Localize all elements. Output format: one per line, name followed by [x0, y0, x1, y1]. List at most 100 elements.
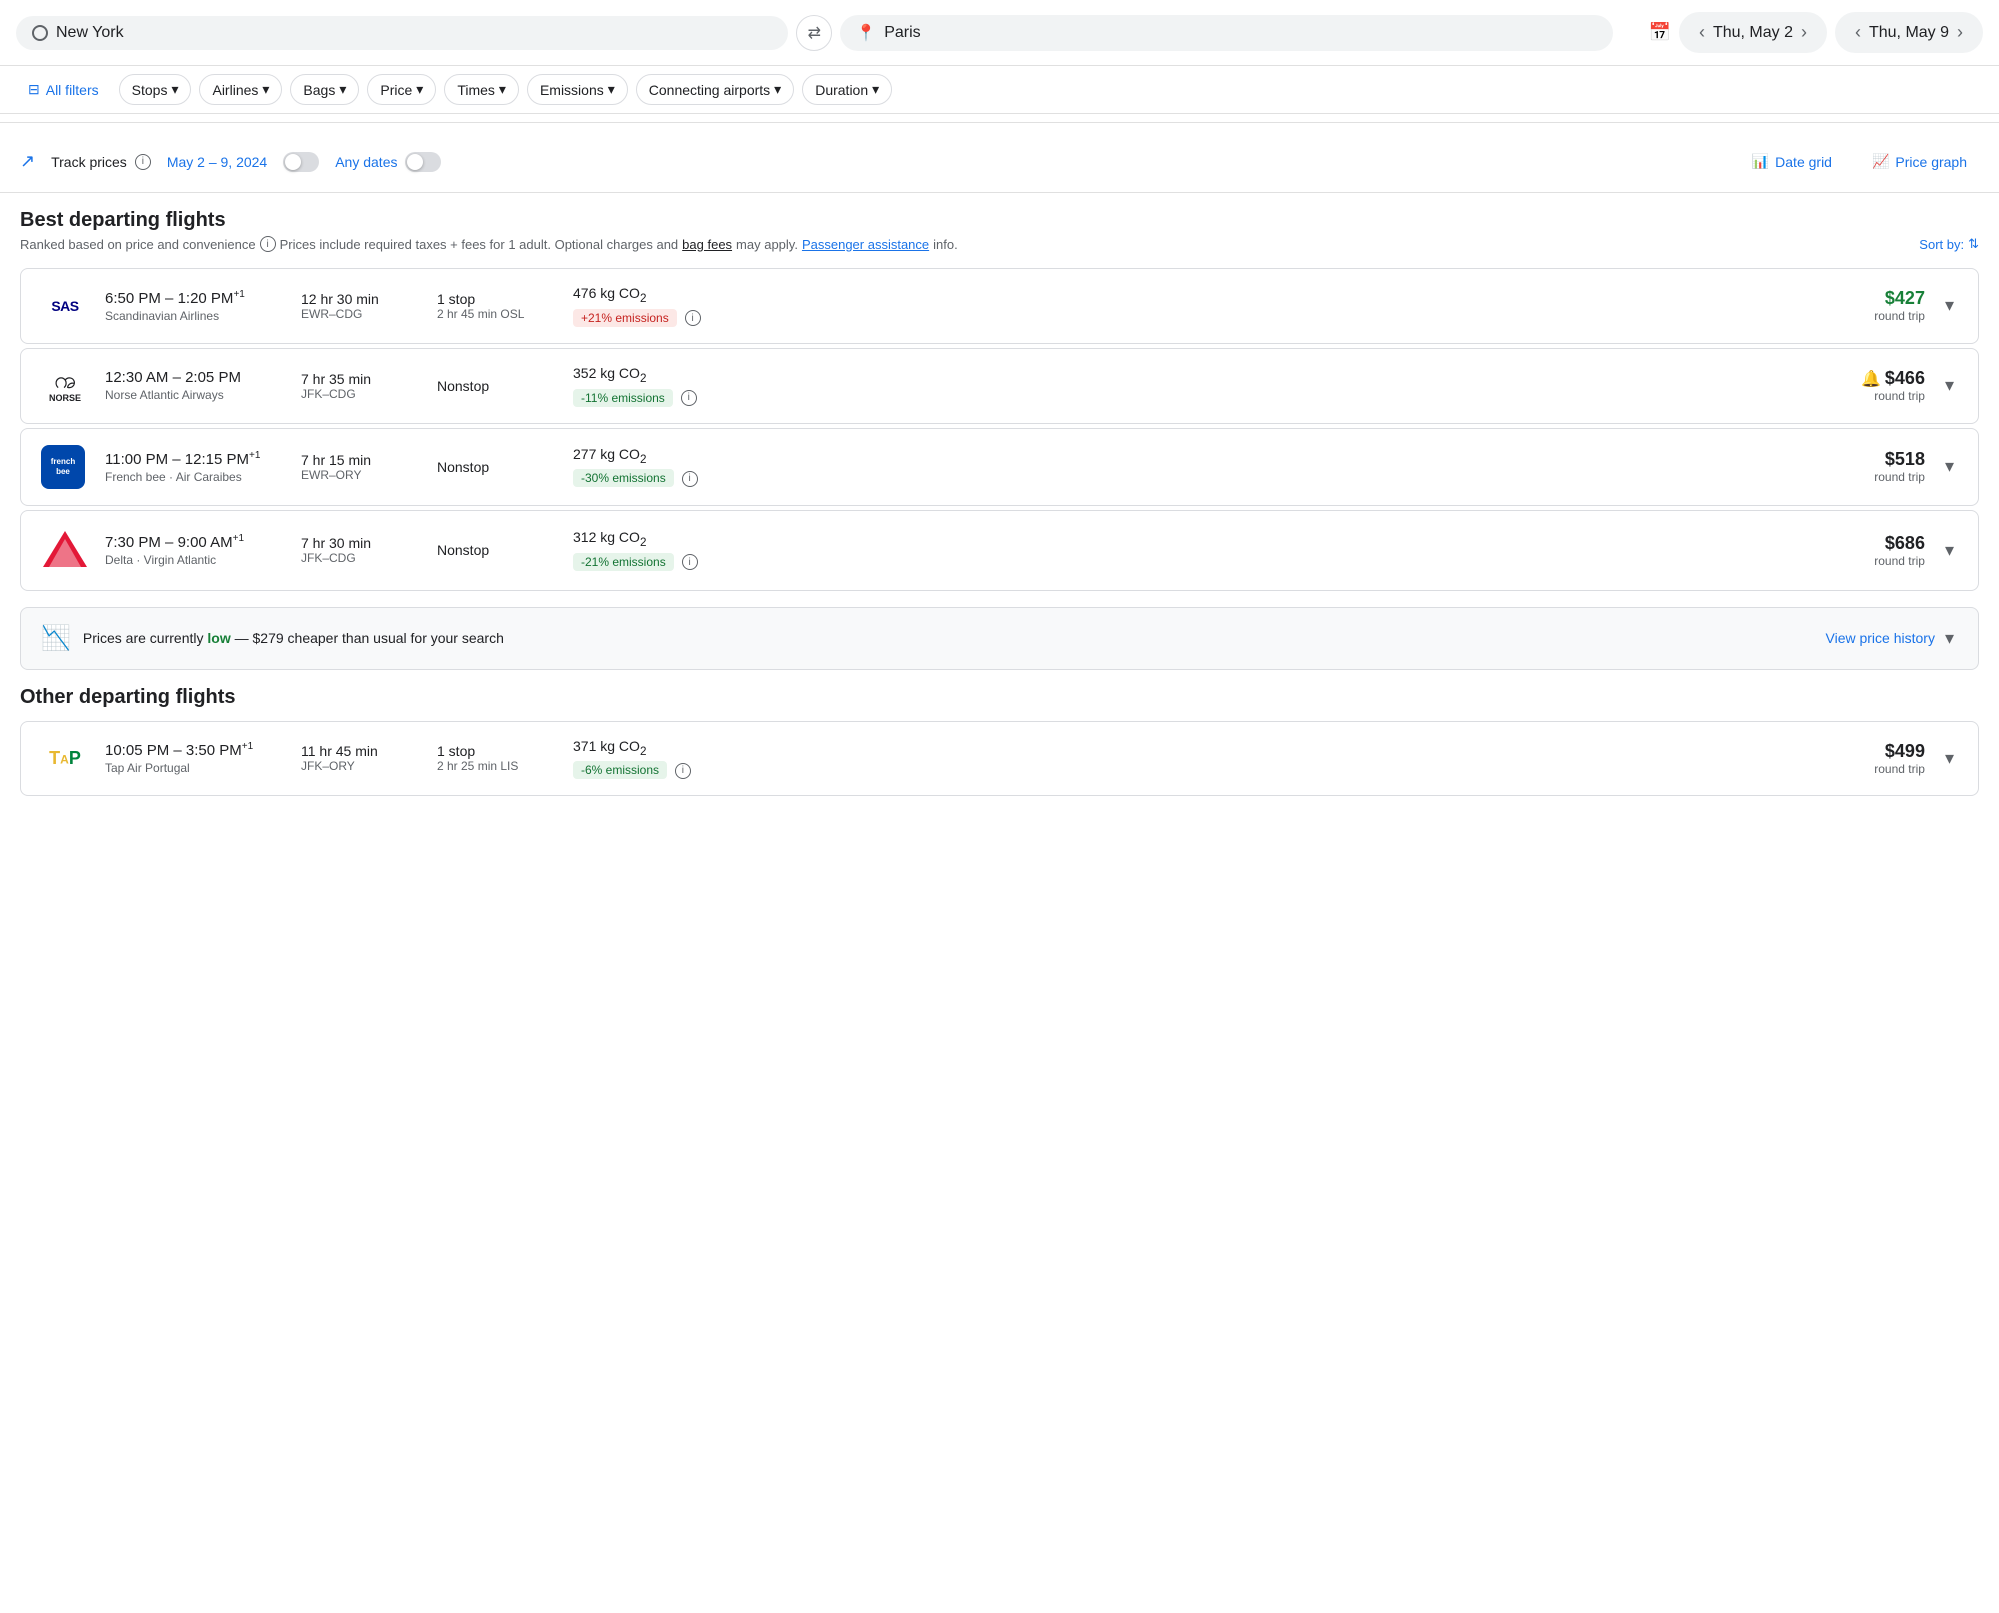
expand-button-delta[interactable]: ▾ [1941, 536, 1958, 565]
emissions-info-icon-frenchbee[interactable]: i [682, 471, 698, 487]
notification-icon-norse: 🔔 [1861, 369, 1881, 389]
expand-button-norse[interactable]: ▾ [1941, 371, 1958, 400]
any-dates-toggle[interactable] [405, 152, 441, 172]
flight-emissions-delta: 312 kg CO2 -21% emissions i [573, 529, 753, 571]
price-history-expand-button[interactable]: ▾ [1941, 624, 1958, 653]
flight-emissions-tap: 371 kg CO2 -6% emissions i [573, 738, 753, 780]
bag-fees-link[interactable]: bag fees [682, 237, 732, 252]
flight-times-frenchbee: 11:00 PM – 12:15 PM+1 French bee · Air C… [105, 450, 285, 484]
destination-input[interactable]: 📍 Paris [840, 15, 1612, 51]
emissions-filter-button[interactable]: Emissions ▾ [527, 74, 628, 105]
depart-arrive-tap: 10:05 PM – 3:50 PM+1 [105, 741, 285, 759]
stops-text-tap: 1 stop [437, 743, 557, 759]
prices-currently-text: Prices are currently [83, 630, 204, 646]
depart-arrive-frenchbee: 11:00 PM – 12:15 PM+1 [105, 450, 285, 468]
flight-duration-delta: 7 hr 30 min JFK–CDG [301, 535, 421, 565]
date-from-next-button[interactable]: › [1797, 20, 1811, 45]
norse-logo: ꩠ NORSE [41, 369, 89, 403]
price-graph-button[interactable]: 📈 Price graph [1860, 147, 1979, 176]
emissions-info-icon-tap[interactable]: i [675, 763, 691, 779]
duration-filter-button[interactable]: Duration ▾ [802, 74, 892, 105]
sort-by-button[interactable]: Sort by: ⇅ [1919, 236, 1979, 252]
depart-arrive-norse: 12:30 AM – 2:05 PM [105, 369, 285, 386]
emissions-chevron-icon: ▾ [608, 81, 615, 98]
airlines-filter-button[interactable]: Airlines ▾ [199, 74, 282, 105]
flight-duration-norse: 7 hr 35 min JFK–CDG [301, 371, 421, 401]
flight-stops-sas: 1 stop 2 hr 45 min OSL [437, 291, 557, 321]
expand-button-frenchbee[interactable]: ▾ [1941, 452, 1958, 481]
passenger-assistance-link[interactable]: Passenger assistance [802, 237, 929, 252]
flight-price-tap: $499 round trip [1825, 741, 1925, 776]
price-trip-tap: round trip [1825, 762, 1925, 776]
duration-time-norse: 7 hr 35 min [301, 371, 421, 387]
any-dates-toggle-knob [407, 154, 423, 170]
emissions-kg-delta: 312 kg CO2 [573, 529, 753, 549]
price-filter-button[interactable]: Price ▾ [367, 74, 436, 105]
date-to-prev-button[interactable]: ‹ [1851, 20, 1865, 45]
track-prices-info-icon[interactable]: i [135, 154, 151, 170]
flight-card-tap[interactable]: TAP 10:05 PM – 3:50 PM+1 Tap Air Portuga… [20, 721, 1979, 797]
flight-duration-tap: 11 hr 45 min JFK–ORY [301, 743, 421, 773]
flight-card-norse[interactable]: ꩠ NORSE 12:30 AM – 2:05 PM Norse Atlanti… [20, 348, 1979, 424]
all-filters-label: All filters [46, 82, 99, 98]
track-date-range: May 2 – 9, 2024 [167, 154, 267, 170]
emissions-info-icon-sas[interactable]: i [685, 310, 701, 326]
tap-logo-container: TAP [41, 748, 89, 769]
any-dates-label: Any dates [335, 154, 397, 170]
airline-name-norse: Norse Atlantic Airways [105, 388, 285, 402]
bags-filter-button[interactable]: Bags ▾ [290, 74, 359, 105]
date-to-section[interactable]: ‹ Thu, May 9 › [1835, 12, 1983, 53]
emissions-kg-sas: 476 kg CO2 [573, 285, 753, 305]
main-content: Best departing flights Ranked based on p… [0, 193, 1999, 816]
price-trip-sas: round trip [1825, 309, 1925, 323]
swap-button[interactable]: ⇄ [796, 15, 832, 51]
emissions-kg-tap: 371 kg CO2 [573, 738, 753, 758]
price-banner-text: Prices are currently low — $279 cheaper … [83, 630, 1814, 646]
date-from-section[interactable]: ‹ Thu, May 2 › [1679, 12, 1827, 53]
times-filter-button[interactable]: Times ▾ [444, 74, 519, 105]
duration-time-sas: 12 hr 30 min [301, 291, 421, 307]
flight-card-frenchbee[interactable]: frenchbee 11:00 PM – 12:15 PM+1 French b… [20, 428, 1979, 506]
flight-times-tap: 10:05 PM – 3:50 PM+1 Tap Air Portugal [105, 741, 285, 775]
time-separator-norse: – [173, 369, 186, 386]
stops-filter-button[interactable]: Stops ▾ [119, 74, 192, 105]
emissions-badge-norse: -11% emissions [573, 389, 673, 407]
date-to-next-button[interactable]: › [1953, 20, 1967, 45]
origin-input[interactable]: New York [16, 16, 788, 50]
arrive-time-norse: 2:05 PM [185, 369, 241, 386]
time-separator-sas: – [165, 290, 178, 307]
price-amount-tap: $499 [1825, 741, 1925, 762]
sas-logo: SAS [41, 298, 89, 314]
origin-circle-icon [32, 25, 48, 41]
track-prices-toggle[interactable] [283, 152, 319, 172]
flight-card-delta[interactable]: 7:30 PM – 9:00 AM+1 Delta · Virgin Atlan… [20, 510, 1979, 591]
emissions-label: Emissions [540, 82, 604, 98]
date-grid-button[interactable]: 📊 Date grid [1740, 147, 1844, 176]
price-banner: 📉 Prices are currently low — $279 cheape… [20, 607, 1979, 670]
flight-price-sas: $427 round trip [1825, 288, 1925, 323]
stops-label: Stops [132, 82, 168, 98]
emissions-info-icon-delta[interactable]: i [682, 554, 698, 570]
bags-label: Bags [303, 82, 335, 98]
date-to-text: Thu, May 9 [1869, 24, 1949, 42]
expand-button-tap[interactable]: ▾ [1941, 744, 1958, 773]
flight-emissions-sas: 476 kg CO2 +21% emissions i [573, 285, 753, 327]
price-level-icon: 📉 [41, 624, 71, 653]
ranking-info-icon[interactable]: i [260, 236, 276, 252]
connecting-airports-filter-button[interactable]: Connecting airports ▾ [636, 74, 794, 105]
view-history-section: View price history ▾ [1826, 624, 1959, 653]
airline-name-sas: Scandinavian Airlines [105, 309, 285, 323]
price-amount-frenchbee: $518 [1825, 449, 1925, 470]
bags-chevron-icon: ▾ [339, 81, 346, 98]
date-from-prev-button[interactable]: ‹ [1695, 20, 1709, 45]
flight-card-sas[interactable]: SAS 6:50 PM – 1:20 PM+1 Scandinavian Air… [20, 268, 1979, 344]
emissions-info-icon-norse[interactable]: i [681, 390, 697, 406]
price-trip-delta: round trip [1825, 554, 1925, 568]
emissions-badge-frenchbee: -30% emissions [573, 469, 674, 487]
view-history-link[interactable]: View price history [1826, 630, 1935, 646]
flight-price-delta: $686 round trip [1825, 533, 1925, 568]
expand-button-sas[interactable]: ▾ [1941, 291, 1958, 320]
all-filters-button[interactable]: ⊟ All filters [16, 75, 111, 104]
track-prices-label: Track prices i [51, 154, 151, 170]
emissions-badge-tap: -6% emissions [573, 761, 667, 779]
